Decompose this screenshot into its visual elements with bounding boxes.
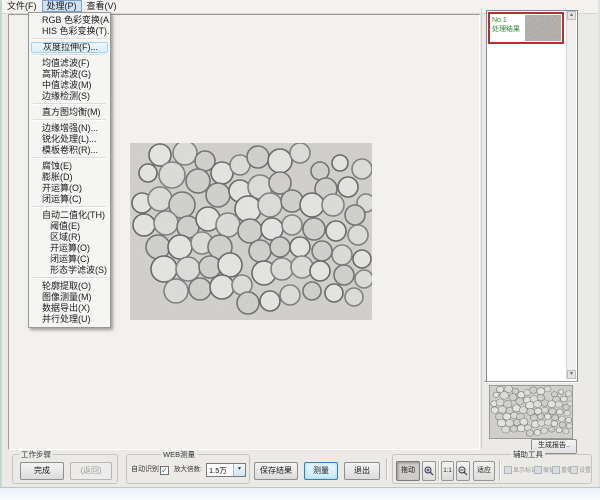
result-item-number: No.1 (492, 16, 526, 25)
calibration-group-caption: WEB测量 (161, 450, 197, 459)
tools-sep-1 (438, 461, 440, 481)
measure-button[interactable]: 测量 (304, 462, 338, 480)
scroll-up-icon[interactable]: ▲ (567, 11, 576, 20)
menu-item-0[interactable]: RGB 色彩变换(A)... (30, 15, 109, 26)
menu-separator (33, 54, 106, 56)
fit-view-button[interactable]: 适应 (473, 461, 495, 481)
menubar-item-2[interactable]: 查看(V) (82, 0, 122, 12)
process-menu-dropdown: RGB 色彩变换(A)...HIS 色彩变换(T)... 灰度拉伸(F)... 均值… (28, 12, 111, 328)
menu-separator (33, 206, 106, 208)
one-to-one-button[interactable]: 1:1 (441, 461, 454, 481)
menu-item-22[interactable]: 阈值(E) (30, 221, 109, 232)
save-results-button[interactable]: 保存结果 (254, 462, 298, 480)
menu-item-29[interactable]: 图像测量(M) (30, 292, 109, 303)
menu-separator (33, 119, 106, 121)
menu-item-10[interactable]: 直方图均衡(M) (30, 107, 109, 118)
tools-group-caption: 辅助工具 (511, 450, 545, 459)
combo-arrow-icon[interactable]: ▾ (233, 464, 245, 476)
menubar-item-0[interactable]: 文件(F) (2, 0, 42, 12)
source-image-thumbnail[interactable] (489, 385, 573, 439)
menu-item-5[interactable]: 均值滤波(F) (30, 58, 109, 69)
window-frame-left (0, 0, 2, 499)
tools-sep-2 (499, 461, 501, 481)
tool-icon (570, 466, 578, 474)
menubar-item-1[interactable]: 处理(P) (42, 0, 82, 12)
menu-item-23[interactable]: 区域(R) (30, 232, 109, 243)
menu-item-25[interactable]: 闭运算(C) (30, 254, 109, 265)
results-list[interactable] (486, 10, 578, 382)
results-scrollbar[interactable]: ▲ ▼ (566, 11, 576, 379)
menu-item-28[interactable]: 轮廓提取(O) (30, 281, 109, 292)
menu-item-24[interactable]: 开运算(O) (30, 243, 109, 254)
menu-separator (33, 157, 106, 159)
done-button[interactable]: 完成 (20, 462, 64, 480)
result-item-thumbnail (525, 15, 561, 41)
disabled-tool-0: 显示标记 (504, 466, 537, 476)
magnification-value: 1.5万 (209, 465, 227, 476)
disabled-tool-3: 设置 (570, 466, 591, 476)
menu-separator (33, 103, 106, 105)
disabled-tool-label: 设置 (579, 468, 591, 474)
menu-item-31[interactable]: 并行处理(U) (30, 314, 109, 325)
panel-divider (481, 8, 482, 448)
menu-item-18[interactable]: 开运算(O) (30, 183, 109, 194)
tem-microspheres-image (130, 143, 372, 320)
menu-item-26[interactable]: 形态学滤波(S) (30, 265, 109, 276)
zoom-in-icon[interactable] (422, 461, 436, 481)
scroll-down-icon[interactable]: ▼ (567, 370, 576, 379)
auto-detect-checkbox[interactable]: ✓ (160, 466, 169, 475)
magnification-combobox[interactable]: 1.5万 ▾ (206, 463, 246, 477)
menu-item-3[interactable]: 灰度拉伸(F)... (31, 42, 108, 53)
menu-item-8[interactable]: 边缘检测(S) (30, 91, 109, 102)
auto-detect-label: 自动识别 (131, 465, 159, 475)
menu-item-30[interactable]: 数据导出(X) (30, 303, 109, 314)
menu-item-21[interactable]: 自动二值化(TH) (30, 210, 109, 221)
bottom-divider (386, 458, 388, 480)
menu-item-13[interactable]: 锐化处理(L)... (30, 134, 109, 145)
tool-icon (552, 466, 560, 474)
menu-item-7[interactable]: 中值滤波(M) (30, 80, 109, 91)
window-bottom-frame (0, 487, 600, 500)
tool-icon (504, 466, 512, 474)
menu-item-6[interactable]: 高斯滤波(G) (30, 69, 109, 80)
menu-item-1[interactable]: HIS 色彩变换(T)... (30, 26, 109, 37)
back-button[interactable]: (返回) (70, 462, 112, 480)
tool-icon (534, 466, 542, 474)
menu-separator (33, 38, 106, 40)
menu-item-12[interactable]: 边缘增强(N)... (30, 123, 109, 134)
results-list-selected-item[interactable]: No.1 处理结果 (488, 12, 564, 44)
magnification-label: 放大倍数: (174, 465, 202, 475)
workflow-group-caption: 工作步骤 (19, 450, 53, 459)
drag-tool-button[interactable]: 拖动 (396, 461, 420, 481)
result-item-name: 处理结果 (492, 25, 526, 34)
zoom-out-icon[interactable] (456, 461, 470, 481)
menu-separator (33, 277, 106, 279)
preview-separator (484, 381, 578, 383)
menu-item-17[interactable]: 膨胀(D) (30, 172, 109, 183)
exit-button[interactable]: 退出 (344, 462, 380, 480)
menu-item-16[interactable]: 腐蚀(E) (30, 161, 109, 172)
menu-item-14[interactable]: 模板卷积(R)... (30, 145, 109, 156)
menu-item-19[interactable]: 闭运算(C) (30, 194, 109, 205)
